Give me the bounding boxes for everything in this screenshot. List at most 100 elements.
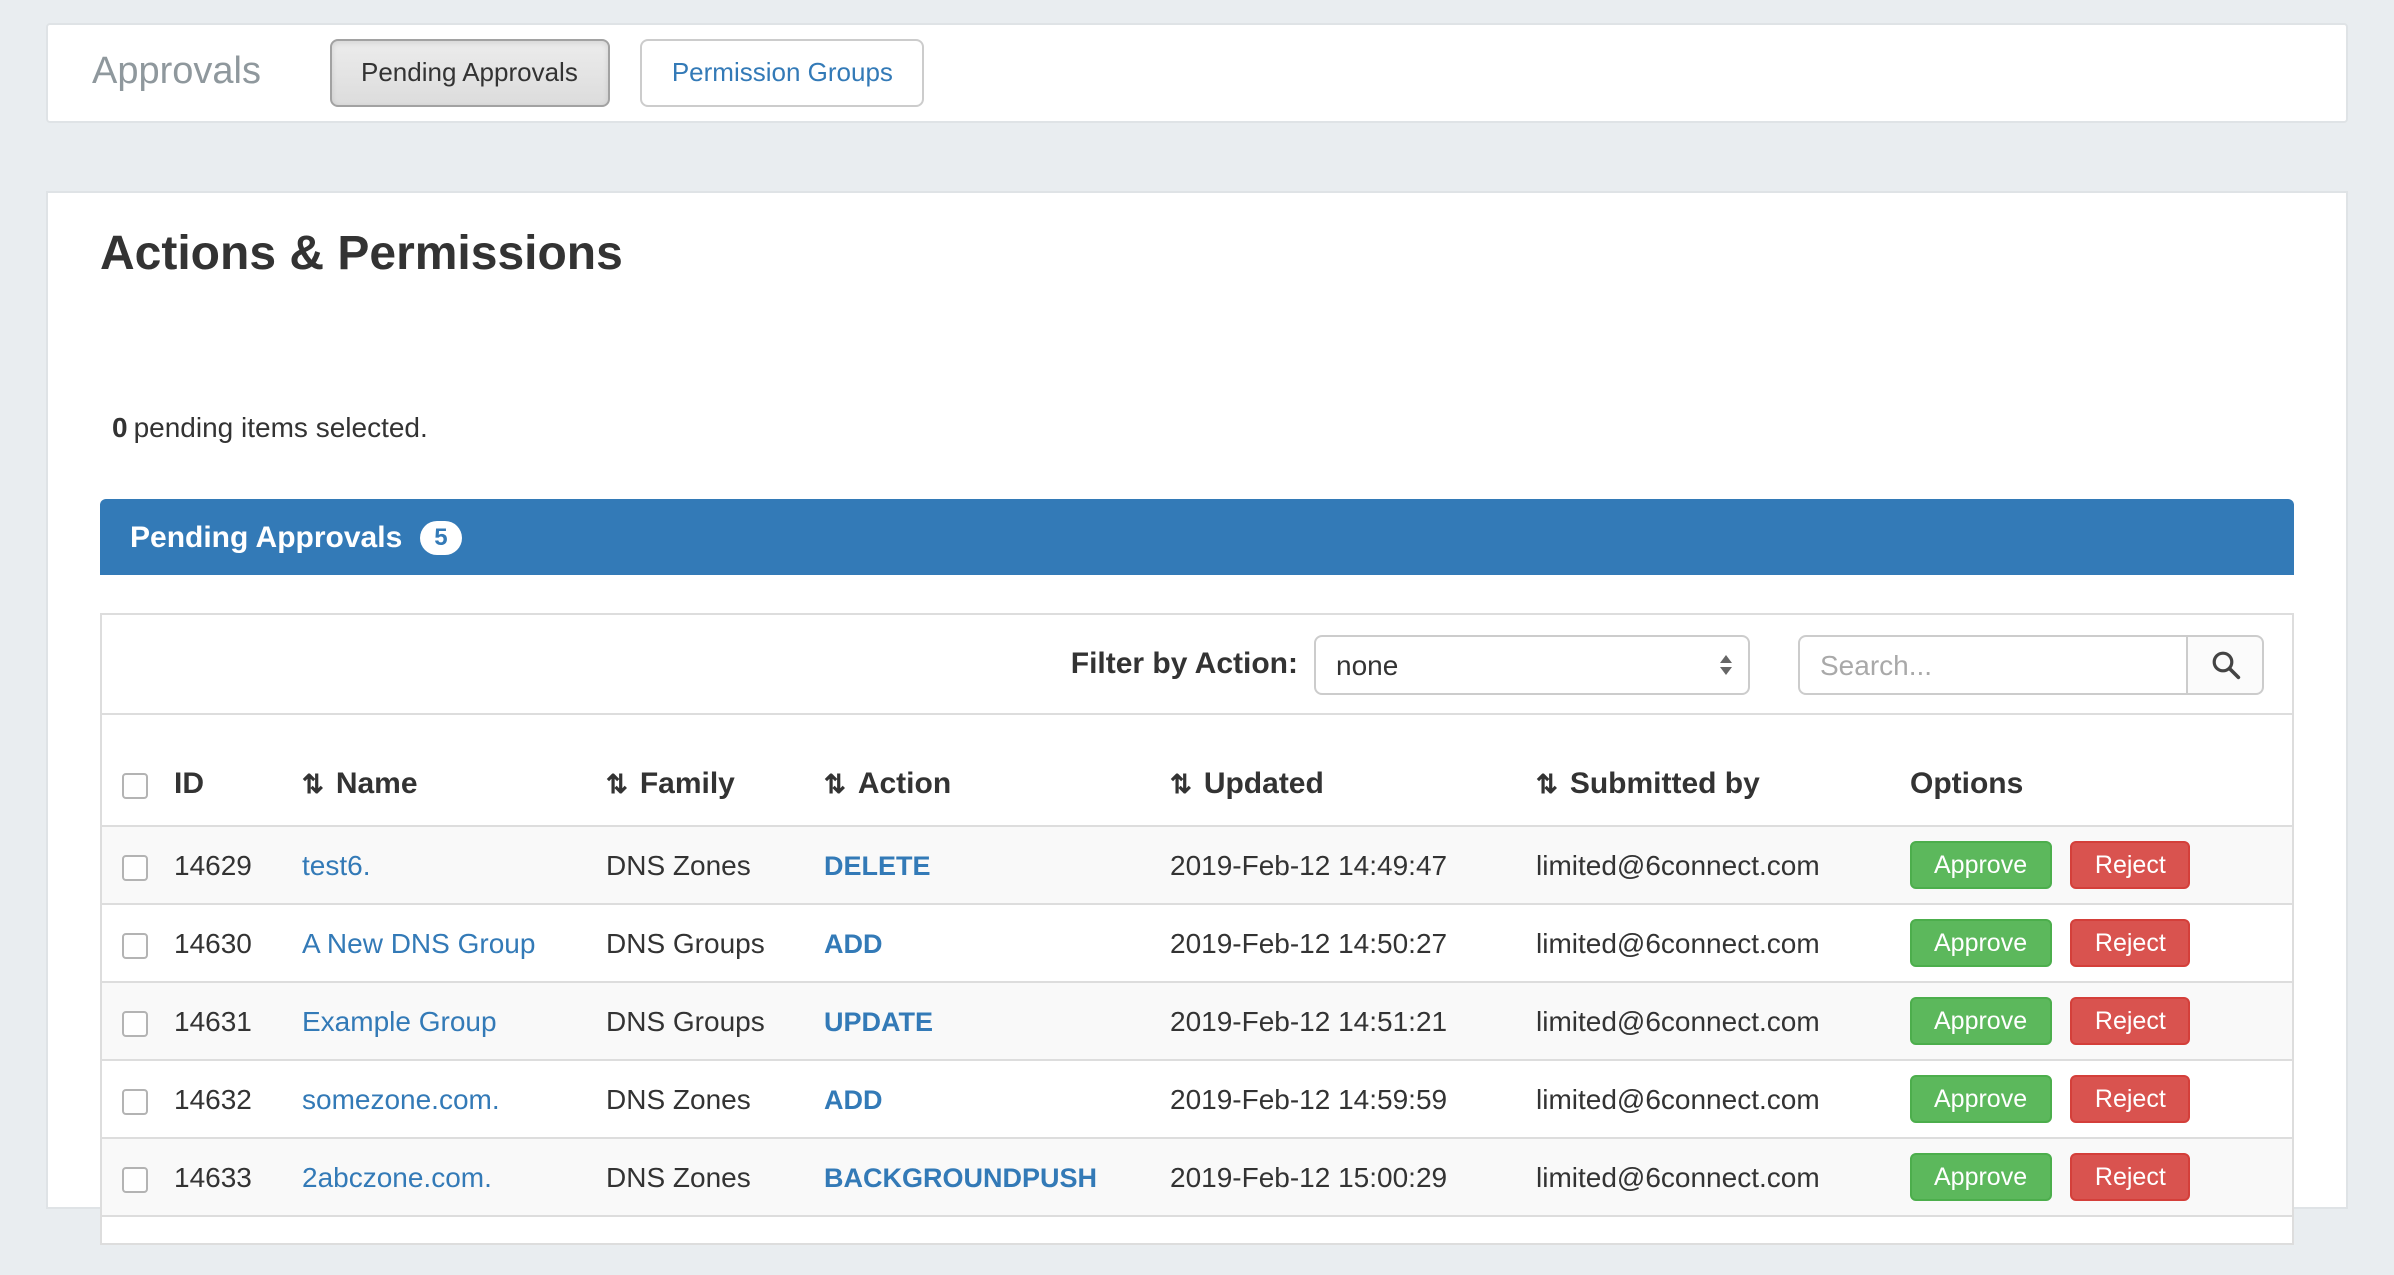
selection-summary: 0pending items selected. [112,411,2294,445]
row-checkbox[interactable] [122,855,148,881]
approve-button[interactable]: Approve [1910,997,2051,1045]
row-name-cell: somezone.com. [286,1060,590,1138]
row-family: DNS Zones [590,1138,808,1216]
page-title: Approvals [92,51,261,95]
header-options: Options [1894,715,2292,826]
filter-by-action-label: Filter by Action: [1071,647,1298,681]
row-name-cell: 2abczone.com. [286,1138,590,1216]
header-updated[interactable]: ⇅Updated [1154,715,1520,826]
filter-bar: Filter by Action: none [102,615,2292,715]
approve-button[interactable]: Approve [1910,1075,2051,1123]
row-action-link[interactable]: DELETE [824,851,931,881]
header-family[interactable]: ⇅Family [590,715,808,826]
reject-button[interactable]: Reject [2071,919,2190,967]
row-submitted-by: limited@6connect.com [1520,982,1894,1060]
header-id: ID [158,715,286,826]
sort-icon: ⇅ [606,769,628,799]
table-row: 14633 2abczone.com. DNS Zones BACKGROUND… [102,1138,2292,1216]
row-checkbox[interactable] [122,933,148,959]
row-name-link[interactable]: 2abczone.com. [302,1161,492,1193]
header-checkbox-cell [102,715,158,826]
topbar: Approvals Pending Approvals Permission G… [46,23,2348,123]
row-family: DNS Groups [590,982,808,1060]
row-family: DNS Zones [590,826,808,904]
sort-icon: ⇅ [1170,769,1192,799]
row-name-link[interactable]: somezone.com. [302,1083,500,1115]
main-panel: Actions & Permissions 0pending items sel… [46,191,2348,1209]
row-checkbox-cell [102,904,158,982]
sort-icon: ⇅ [824,769,846,799]
table-header-row: ID ⇅Name ⇅Family ⇅Action ⇅Updated ⇅Submi… [102,715,2292,826]
row-id: 14632 [158,1060,286,1138]
selected-label: pending items selected. [134,411,428,443]
row-submitted-by: limited@6connect.com [1520,1138,1894,1216]
search-group [1798,634,2264,694]
row-action-cell: ADD [808,904,1154,982]
header-submitted-by[interactable]: ⇅Submitted by [1520,715,1894,826]
table-spacer [102,1217,2292,1243]
reject-button[interactable]: Reject [2071,841,2190,889]
row-action-cell: ADD [808,1060,1154,1138]
pending-approvals-table: ID ⇅Name ⇅Family ⇅Action ⇅Updated ⇅Submi… [102,715,2292,1217]
row-checkbox-cell [102,982,158,1060]
row-action-cell: DELETE [808,826,1154,904]
row-options-cell: Approve Reject [1894,904,2292,982]
reject-button[interactable]: Reject [2071,997,2190,1045]
reject-button[interactable]: Reject [2071,1075,2190,1123]
approve-button[interactable]: Approve [1910,919,2051,967]
row-id: 14633 [158,1138,286,1216]
row-submitted-by: limited@6connect.com [1520,1060,1894,1138]
tab-pending-approvals[interactable]: Pending Approvals [329,39,610,107]
approve-button[interactable]: Approve [1910,841,2051,889]
table-row: 14631 Example Group DNS Groups UPDATE 20… [102,982,2292,1060]
row-name-link[interactable]: Example Group [302,1005,497,1037]
table-row: 14632 somezone.com. DNS Zones ADD 2019-F… [102,1060,2292,1138]
row-submitted-by: limited@6connect.com [1520,904,1894,982]
action-filter-select[interactable]: none [1314,634,1750,694]
row-checkbox[interactable] [122,1167,148,1193]
row-action-link[interactable]: ADD [824,929,883,959]
row-name-cell: test6. [286,826,590,904]
row-checkbox[interactable] [122,1089,148,1115]
row-submitted-by: limited@6connect.com [1520,826,1894,904]
row-action-link[interactable]: UPDATE [824,1007,933,1037]
row-action-cell: UPDATE [808,982,1154,1060]
section-heading: Actions & Permissions [100,227,2294,283]
row-updated: 2019-Feb-12 14:49:47 [1154,826,1520,904]
row-checkbox-cell [102,1060,158,1138]
row-name-link[interactable]: test6. [302,849,371,881]
header-name[interactable]: ⇅Name [286,715,590,826]
sort-icon: ⇅ [302,769,324,799]
search-button[interactable] [2188,634,2264,694]
panel-title: Pending Approvals [130,520,402,554]
row-action-cell: BACKGROUNDPUSH [808,1138,1154,1216]
row-options-cell: Approve Reject [1894,982,2292,1060]
select-all-checkbox[interactable] [122,772,148,798]
row-family: DNS Groups [590,904,808,982]
table-row: 14629 test6. DNS Zones DELETE 2019-Feb-1… [102,826,2292,904]
row-id: 14629 [158,826,286,904]
count-badge: 5 [420,520,461,554]
approvals-table-body: 14629 test6. DNS Zones DELETE 2019-Feb-1… [102,826,2292,1216]
tab-permission-groups[interactable]: Permission Groups [640,39,925,107]
search-input[interactable] [1798,634,2188,694]
row-action-link[interactable]: ADD [824,1085,883,1115]
row-id: 14631 [158,982,286,1060]
header-action[interactable]: ⇅Action [808,715,1154,826]
row-checkbox[interactable] [122,1011,148,1037]
row-checkbox-cell [102,826,158,904]
row-options-cell: Approve Reject [1894,826,2292,904]
row-options-cell: Approve Reject [1894,1060,2292,1138]
table-row: 14630 A New DNS Group DNS Groups ADD 201… [102,904,2292,982]
reject-button[interactable]: Reject [2071,1153,2190,1201]
row-name-link[interactable]: A New DNS Group [302,927,535,959]
row-updated: 2019-Feb-12 14:51:21 [1154,982,1520,1060]
approve-button[interactable]: Approve [1910,1153,2051,1201]
row-checkbox-cell [102,1138,158,1216]
table-container: Filter by Action: none [100,613,2294,1245]
row-updated: 2019-Feb-12 15:00:29 [1154,1138,1520,1216]
sort-icon: ⇅ [1536,769,1558,799]
selected-count: 0 [112,411,128,443]
action-filter-select-wrap: none [1314,634,1750,694]
row-action-link[interactable]: BACKGROUNDPUSH [824,1163,1097,1193]
